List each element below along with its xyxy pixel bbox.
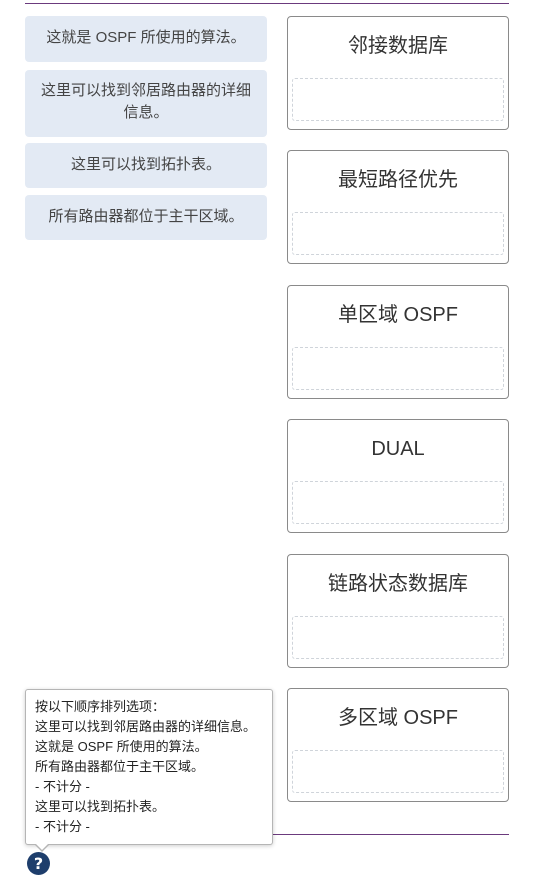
answer-tooltip: 按以下顺序排列选项： 这里可以找到邻居路由器的详细信息。 这就是 OSPF 所使… xyxy=(25,689,273,852)
drop-zone[interactable] xyxy=(292,78,504,121)
drag-option-backbone-area[interactable]: 所有路由器都位于主干区域。 xyxy=(25,195,267,240)
target-label: DUAL xyxy=(371,438,425,460)
target-link-state-database: 链路状态数据库 xyxy=(287,554,509,668)
target-multi-area-ospf: 多区域 OSPF xyxy=(287,688,509,802)
top-divider xyxy=(25,3,509,4)
target-label: 单区域 OSPF xyxy=(337,304,458,326)
help-icon[interactable]: ? xyxy=(27,852,50,875)
target-label: 链路状态数据库 xyxy=(328,573,468,595)
target-label: 多区域 OSPF xyxy=(337,707,458,729)
drag-option-neighbor-details[interactable]: 这里可以找到邻居路由器的详细信息。 xyxy=(25,70,267,137)
target-spf: 最短路径优先 xyxy=(287,150,509,264)
tooltip-line: 按以下顺序排列选项： xyxy=(35,699,166,714)
drop-zone[interactable] xyxy=(292,616,504,659)
drag-option-algorithm[interactable]: 这就是 OSPF 所使用的算法。 xyxy=(25,16,267,62)
tooltip-line: - 不计分 - xyxy=(35,819,90,834)
drag-drop-question: 这就是 OSPF 所使用的算法。 这里可以找到邻居路由器的详细信息。 这里可以找… xyxy=(0,0,536,878)
target-dual: DUAL xyxy=(287,419,509,533)
drop-zone[interactable] xyxy=(292,750,504,793)
drop-zone[interactable] xyxy=(292,212,504,255)
tooltip-line: - 不计分 - xyxy=(35,779,90,794)
drag-option-topology-table[interactable]: 这里可以找到拓扑表。 xyxy=(25,143,267,188)
tooltip-arrow xyxy=(34,843,50,852)
tooltip-line: 这里可以找到拓扑表。 xyxy=(35,799,166,814)
drop-zone[interactable] xyxy=(292,347,504,390)
target-adjacency-database: 邻接数据库 xyxy=(287,16,509,130)
drop-zone[interactable] xyxy=(292,481,504,524)
tooltip-line: 这就是 OSPF 所使用的算法。 xyxy=(35,739,208,754)
target-label: 邻接数据库 xyxy=(348,35,448,57)
target-label: 最短路径优先 xyxy=(338,169,458,191)
target-single-area-ospf: 单区域 OSPF xyxy=(287,285,509,399)
tooltip-line: 所有路由器都位于主干区域。 xyxy=(35,759,205,774)
tooltip-line: 这里可以找到邻居路由器的详细信息。 xyxy=(35,719,257,734)
